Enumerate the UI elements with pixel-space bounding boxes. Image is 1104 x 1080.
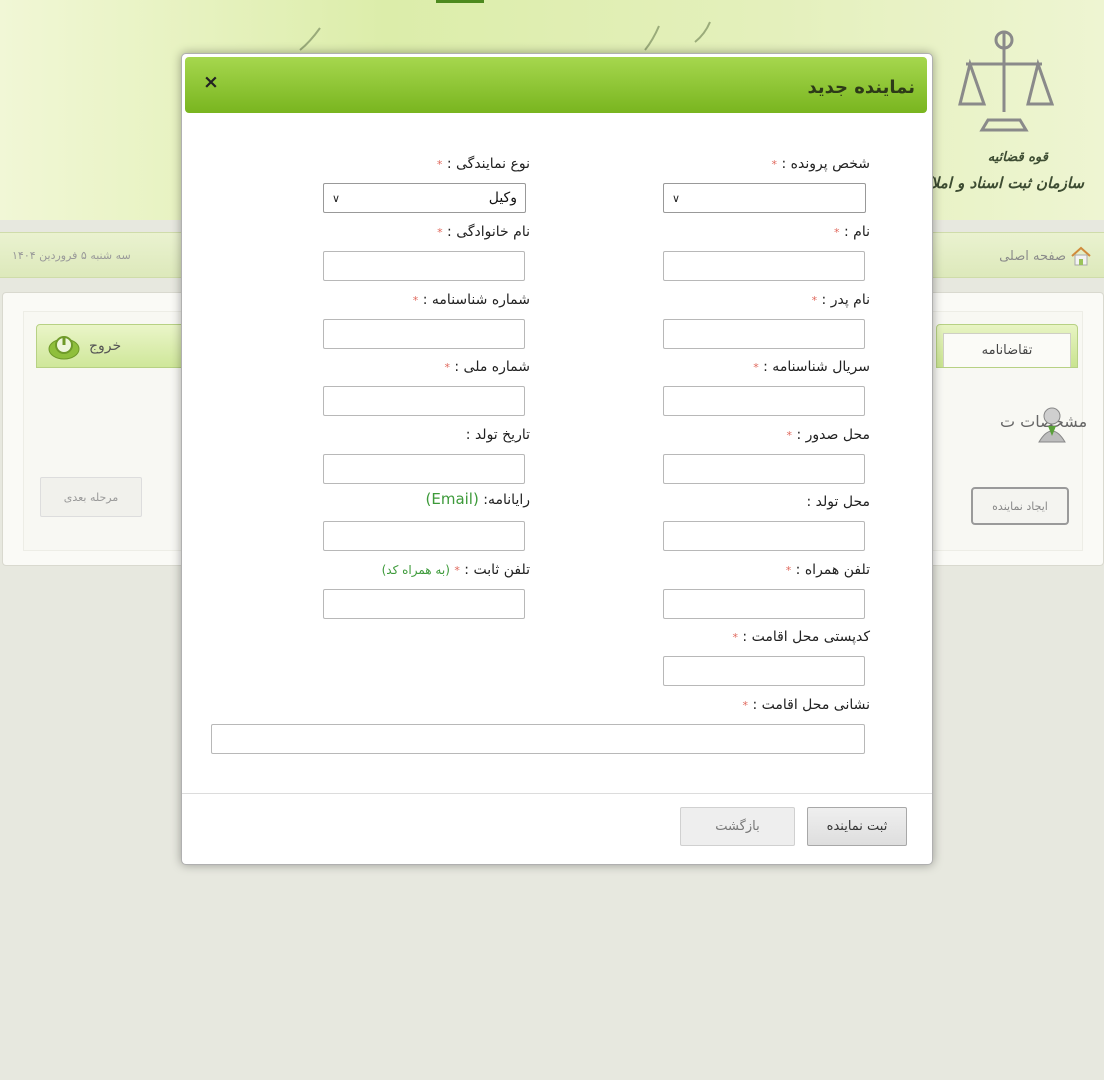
email-hint: (Email) bbox=[425, 490, 479, 508]
required-mark: * bbox=[753, 361, 759, 374]
judiciary-logo: قوه قضائیه سازمان ثبت اسناد و املاک کشور bbox=[877, 22, 1084, 202]
required-mark: * bbox=[454, 564, 460, 577]
judiciary-text: قوه قضائیه bbox=[987, 150, 1048, 165]
current-date: سه شنبه ۵ فروردین ۱۴۰۴ bbox=[12, 249, 131, 262]
mobile-label-text: تلفن همراه : bbox=[795, 562, 870, 578]
required-mark: * bbox=[436, 158, 443, 171]
phone-input[interactable] bbox=[323, 589, 525, 619]
home-icon bbox=[1071, 246, 1091, 266]
id-number-label-text: شماره شناسنامه : bbox=[422, 292, 530, 308]
rep-type-label-text: نوع نمایندگی : bbox=[446, 156, 530, 172]
birth-place-label-text: محل تولد : bbox=[806, 494, 871, 510]
issue-place-input[interactable] bbox=[663, 454, 865, 484]
power-icon bbox=[48, 336, 80, 360]
header-accent-stripe bbox=[436, 0, 484, 3]
national-code-label-text: شماره ملی : bbox=[454, 359, 530, 375]
nav-home-label: صفحه اصلی bbox=[999, 248, 1066, 264]
address-input[interactable] bbox=[211, 724, 865, 754]
required-mark: * bbox=[834, 226, 840, 239]
id-serial-label: سریال شناسنامه : * bbox=[753, 359, 870, 375]
submit-representative-button[interactable]: ثبت نماینده bbox=[807, 807, 907, 846]
required-mark: * bbox=[437, 226, 443, 239]
rep-type-value: وکیل bbox=[488, 190, 517, 206]
case-person-label-text: شخص پرونده : bbox=[781, 156, 871, 172]
create-representative-button[interactable]: ایجاد نماینده bbox=[971, 487, 1069, 525]
father-name-input[interactable] bbox=[663, 319, 865, 349]
case-person-label: شخص پرونده : * bbox=[772, 156, 870, 172]
birth-date-label: تاریخ تولد : bbox=[466, 427, 530, 443]
required-mark: * bbox=[811, 294, 818, 307]
first-name-label: نام : * bbox=[834, 224, 870, 240]
first-name-label-text: نام : bbox=[844, 224, 870, 240]
issue-place-label: محل صدور : * bbox=[787, 427, 870, 443]
issue-place-label-text: محل صدور : bbox=[796, 427, 870, 443]
chevron-down-icon: ∨ bbox=[332, 191, 341, 205]
rep-type-label: نوع نمایندگی : * bbox=[437, 156, 530, 172]
phone-label: تلفن ثابت : * (به همراه کد) bbox=[382, 562, 530, 578]
dialog-footer-divider bbox=[182, 793, 932, 794]
rep-type-select[interactable]: ∨ وکیل bbox=[323, 183, 526, 213]
birth-place-label: محل تولد : bbox=[807, 494, 871, 510]
dialog-title: نماینده جدید bbox=[807, 77, 915, 98]
email-label-text: رایانامه: bbox=[483, 492, 530, 508]
mobile-label: تلفن همراه : * bbox=[786, 562, 870, 578]
birth-date-label-text: تاریخ تولد : bbox=[465, 427, 530, 443]
new-representative-dialog: نماینده جدید × شخص پرونده : * ∨ نوع نمای… bbox=[181, 53, 933, 865]
close-icon[interactable]: × bbox=[203, 73, 219, 92]
father-name-label: نام پدر : * bbox=[812, 292, 870, 308]
birth-place-input[interactable] bbox=[663, 521, 865, 551]
request-tab[interactable]: تقاضانامه bbox=[936, 324, 1078, 368]
required-mark: * bbox=[786, 429, 793, 442]
chevron-down-icon: ∨ bbox=[672, 191, 681, 205]
postal-code-label-text: کدپستی محل اقامت : bbox=[742, 629, 870, 645]
father-name-label-text: نام پدر : bbox=[821, 292, 870, 308]
scales-of-justice-icon bbox=[958, 30, 1054, 132]
required-mark: * bbox=[785, 564, 792, 577]
exit-tab-label: خروج bbox=[89, 338, 122, 354]
last-name-label-text: نام خانوادگی : bbox=[447, 224, 530, 240]
email-input[interactable] bbox=[323, 521, 525, 551]
postal-code-input[interactable] bbox=[663, 656, 865, 686]
postal-code-label: کدپستی محل اقامت : * bbox=[732, 629, 870, 645]
first-name-input[interactable] bbox=[663, 251, 865, 281]
id-number-input[interactable] bbox=[323, 319, 525, 349]
back-button[interactable]: بازگشت bbox=[680, 807, 795, 846]
national-code-input[interactable] bbox=[323, 386, 525, 416]
birth-date-input[interactable] bbox=[323, 454, 525, 484]
required-mark: * bbox=[444, 361, 450, 374]
dialog-header: نماینده جدید × bbox=[185, 57, 927, 113]
id-serial-input[interactable] bbox=[663, 386, 865, 416]
exit-tab[interactable]: خروج bbox=[36, 324, 198, 368]
address-label-text: نشانی محل اقامت : bbox=[752, 697, 870, 713]
id-number-label: شماره شناسنامه : * bbox=[413, 292, 530, 308]
address-label: نشانی محل اقامت : * bbox=[743, 697, 870, 713]
required-mark: * bbox=[742, 699, 749, 712]
national-code-label: شماره ملی : * bbox=[444, 359, 530, 375]
required-mark: * bbox=[771, 158, 778, 171]
required-mark: * bbox=[412, 294, 419, 307]
phone-hint: (به همراه کد) bbox=[381, 563, 450, 577]
mobile-input[interactable] bbox=[663, 589, 865, 619]
phone-label-text: تلفن ثابت : bbox=[464, 562, 530, 578]
case-person-select[interactable]: ∨ bbox=[663, 183, 866, 213]
last-name-input[interactable] bbox=[323, 251, 525, 281]
required-mark: * bbox=[732, 631, 738, 644]
id-serial-label-text: سریال شناسنامه : bbox=[763, 359, 870, 375]
request-tab-label: تقاضانامه bbox=[943, 333, 1071, 367]
email-label: رایانامه: (Email) bbox=[426, 490, 531, 508]
next-step-button[interactable]: مرحله بعدی bbox=[40, 477, 142, 517]
person-icon bbox=[1038, 407, 1066, 443]
last-name-label: نام خانوادگی : * bbox=[437, 224, 530, 240]
nav-home-link[interactable]: صفحه اصلی bbox=[999, 245, 1092, 267]
